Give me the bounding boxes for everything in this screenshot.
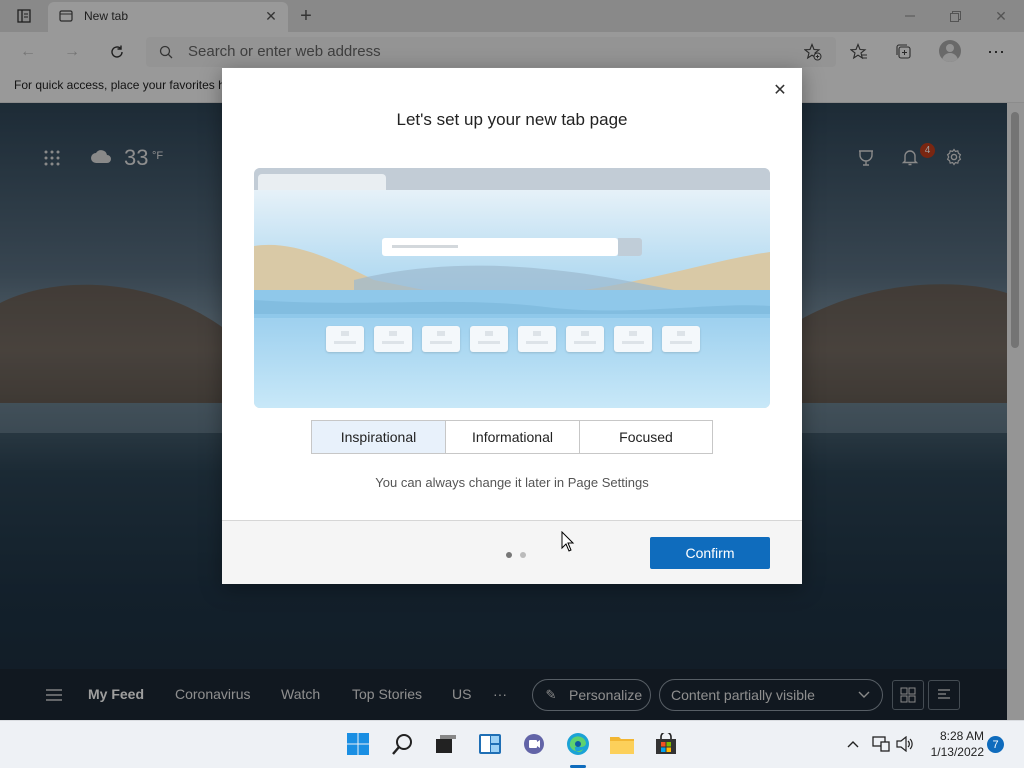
mouse-cursor	[561, 531, 575, 552]
option-focused[interactable]: Focused	[579, 420, 713, 454]
widgets-icon[interactable]	[478, 732, 502, 756]
clock-date[interactable]: 1/13/2022	[922, 745, 984, 759]
option-inspirational[interactable]: Inspirational	[311, 420, 446, 454]
notification-center-badge[interactable]: 7	[987, 736, 1004, 753]
network-icon[interactable]	[872, 735, 890, 753]
option-informational[interactable]: Informational	[445, 420, 580, 454]
windows-start-icon[interactable]	[346, 732, 370, 756]
taskbar	[0, 720, 1024, 768]
page-dot[interactable]	[520, 552, 526, 558]
setup-dialog: ✕ Let's set up your new tab page Inspira…	[222, 68, 802, 584]
teams-chat-icon[interactable]	[522, 732, 546, 756]
show-hidden-icons-chevron-up-icon[interactable]	[845, 736, 861, 752]
page-dot-active[interactable]	[506, 552, 512, 558]
task-view-icon[interactable]	[434, 732, 458, 756]
layout-preview-image	[254, 168, 770, 408]
dialog-hint: You can always change it later in Page S…	[375, 475, 649, 490]
file-explorer-icon[interactable]	[610, 732, 634, 756]
confirm-button[interactable]: Confirm	[650, 537, 770, 569]
dialog-title: Let's set up your new tab page	[396, 110, 628, 129]
microsoft-store-icon[interactable]	[654, 732, 678, 756]
clock-time[interactable]: 8:28 AM	[930, 729, 984, 743]
close-dialog-icon[interactable]: ✕	[770, 80, 790, 100]
taskbar-search-icon[interactable]	[391, 732, 415, 756]
volume-icon[interactable]	[896, 735, 914, 753]
edge-browser-icon[interactable]	[566, 732, 590, 756]
